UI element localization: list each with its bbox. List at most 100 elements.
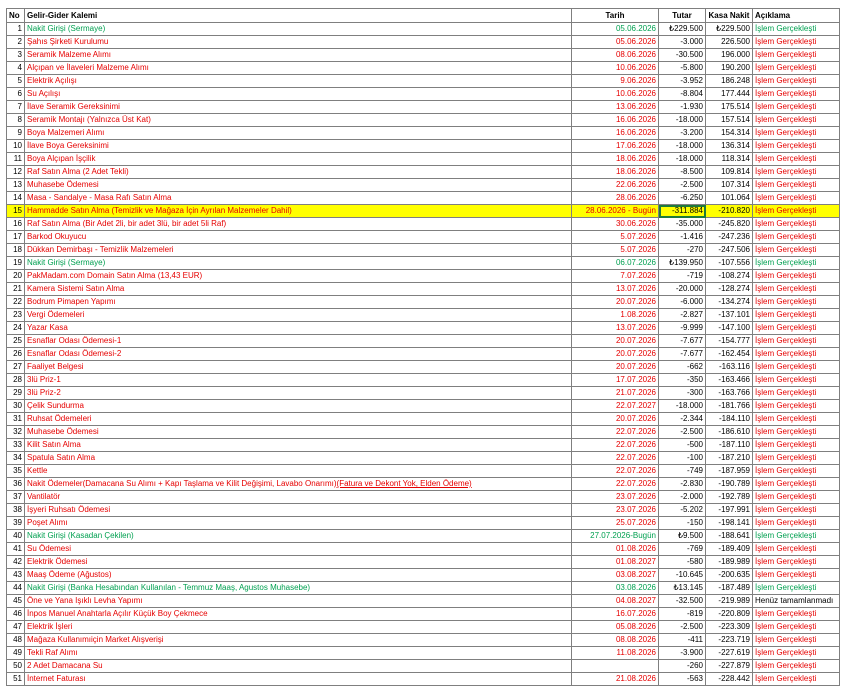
cell-cash[interactable]: -219.989 — [705, 594, 753, 608]
cell-amount[interactable]: -18.000 — [658, 113, 706, 127]
cell-item[interactable]: Muhasebe Ödemesi — [24, 425, 572, 439]
cell-item[interactable]: Kettle — [24, 464, 572, 478]
cell-item[interactable]: Vergi Ödemeleri — [24, 308, 572, 322]
cell-note[interactable]: İşlem Gerçekleşti — [752, 152, 840, 166]
cell-date[interactable]: 28.06.2026 - Bugün — [571, 204, 659, 218]
cell-amount[interactable]: ₺139.950 — [658, 256, 706, 270]
cell-amount[interactable]: -7.677 — [658, 347, 706, 361]
cell-date[interactable]: 20.07.2026 — [571, 412, 659, 426]
cell-cash[interactable]: -192.789 — [705, 490, 753, 504]
cell-no[interactable]: 32 — [6, 425, 25, 439]
cell-amount[interactable]: -5.800 — [658, 61, 706, 75]
cell-cash[interactable]: 177.444 — [705, 87, 753, 101]
cell-no[interactable]: 21 — [6, 282, 25, 296]
cell-no[interactable]: 46 — [6, 607, 25, 621]
cell-date[interactable]: 16.06.2026 — [571, 113, 659, 127]
cell-amount[interactable]: -18.000 — [658, 399, 706, 413]
cell-date[interactable]: 21.08.2026 — [571, 672, 659, 686]
cell-no[interactable]: 14 — [6, 191, 25, 205]
header-note[interactable]: Açıklama — [752, 8, 840, 23]
cell-date[interactable]: 20.07.2026 — [571, 334, 659, 348]
cell-note[interactable]: İşlem Gerçekleşti — [752, 165, 840, 179]
cell-note[interactable]: İşlem Gerçekleşti — [752, 568, 840, 582]
cell-note[interactable]: İşlem Gerçekleşti — [752, 438, 840, 452]
cell-cash[interactable]: 196.000 — [705, 48, 753, 62]
cell-item[interactable]: Raf Satın Alma (2 Adet Tekli) — [24, 165, 572, 179]
cell-no[interactable]: 41 — [6, 542, 25, 556]
cell-item[interactable]: Mağaza Kullanımıiçin Market Alışverişi — [24, 633, 572, 647]
cell-no[interactable]: 48 — [6, 633, 25, 647]
cell-note[interactable]: İşlem Gerçekleşti — [752, 269, 840, 283]
cell-no[interactable]: 47 — [6, 620, 25, 634]
cell-date[interactable]: 5.07.2026 — [571, 230, 659, 244]
cell-item[interactable]: Çelik Sundurma — [24, 399, 572, 413]
cell-cash[interactable]: 157.514 — [705, 113, 753, 127]
cell-amount[interactable]: -819 — [658, 607, 706, 621]
cell-cash[interactable]: -107.556 — [705, 256, 753, 270]
cell-amount[interactable]: -100 — [658, 451, 706, 465]
cell-amount[interactable]: -5.202 — [658, 503, 706, 517]
cell-no[interactable]: 22 — [6, 295, 25, 309]
cell-cash[interactable]: -108.274 — [705, 269, 753, 283]
cell-item[interactable]: İnternet Faturası — [24, 672, 572, 686]
cell-no[interactable]: 43 — [6, 568, 25, 582]
cell-note[interactable]: İşlem Gerçekleşti — [752, 282, 840, 296]
cell-cash[interactable]: -184.110 — [705, 412, 753, 426]
cell-no[interactable]: 17 — [6, 230, 25, 244]
cell-note[interactable]: İşlem Gerçekleşti — [752, 646, 840, 660]
cell-no[interactable]: 15 — [6, 204, 25, 218]
cell-note[interactable]: İşlem Gerçekleşti — [752, 295, 840, 309]
cell-amount[interactable]: -311.884 — [658, 204, 706, 218]
cell-item[interactable]: Yazar Kasa — [24, 321, 572, 335]
cell-amount[interactable]: -563 — [658, 672, 706, 686]
cell-no[interactable]: 24 — [6, 321, 25, 335]
cell-date[interactable]: 13.06.2026 — [571, 100, 659, 114]
cell-cash[interactable]: 107.314 — [705, 178, 753, 192]
cell-amount[interactable]: -270 — [658, 243, 706, 257]
cell-amount[interactable]: -8.500 — [658, 165, 706, 179]
cell-date[interactable]: 1.08.2026 — [571, 308, 659, 322]
cell-no[interactable]: 23 — [6, 308, 25, 322]
cell-no[interactable]: 19 — [6, 256, 25, 270]
header-amount[interactable]: Tutar — [658, 8, 706, 23]
cell-item[interactable]: Elektrik İşleri — [24, 620, 572, 634]
cell-note[interactable]: İşlem Gerçekleşti — [752, 217, 840, 231]
cell-note[interactable]: İşlem Gerçekleşti — [752, 581, 840, 595]
cell-amount[interactable]: -350 — [658, 373, 706, 387]
cell-amount[interactable]: -3.900 — [658, 646, 706, 660]
cell-no[interactable]: 37 — [6, 490, 25, 504]
cell-item[interactable]: 3lü Priz-1 — [24, 373, 572, 387]
cell-note[interactable]: İşlem Gerçekleşti — [752, 35, 840, 49]
cell-no[interactable]: 7 — [6, 100, 25, 114]
cell-date[interactable]: 13.07.2026 — [571, 282, 659, 296]
cell-no[interactable]: 27 — [6, 360, 25, 374]
cell-note[interactable]: İşlem Gerçekleşti — [752, 334, 840, 348]
cell-cash[interactable]: -181.766 — [705, 399, 753, 413]
cell-note[interactable]: İşlem Gerçekleşti — [752, 451, 840, 465]
cell-note[interactable]: İşlem Gerçekleşti — [752, 100, 840, 114]
cell-item[interactable]: Nakit Girişi (Kasadan Çekilen) — [24, 529, 572, 543]
cell-no[interactable]: 29 — [6, 386, 25, 400]
cell-amount[interactable]: -3.000 — [658, 35, 706, 49]
cell-no[interactable]: 50 — [6, 659, 25, 673]
cell-no[interactable]: 1 — [6, 22, 25, 36]
cell-date[interactable]: 22.07.2026 — [571, 451, 659, 465]
cell-note[interactable]: İşlem Gerçekleşti — [752, 360, 840, 374]
cell-item[interactable]: İnpos Manuel Anahtarla Açılır Küçük Boy … — [24, 607, 572, 621]
cell-date[interactable]: 22.07.2027 — [571, 399, 659, 413]
cell-amount[interactable]: -769 — [658, 542, 706, 556]
cell-amount[interactable]: -2.500 — [658, 178, 706, 192]
cell-amount[interactable]: -719 — [658, 269, 706, 283]
cell-no[interactable]: 6 — [6, 87, 25, 101]
cell-cash[interactable]: -210.820 — [705, 204, 753, 218]
cell-note[interactable]: İşlem Gerçekleşti — [752, 178, 840, 192]
cell-date[interactable]: 20.07.2026 — [571, 360, 659, 374]
cell-note[interactable]: İşlem Gerçekleşti — [752, 74, 840, 88]
cell-note[interactable]: İşlem Gerçekleşti — [752, 22, 840, 36]
cell-cash[interactable]: -128.274 — [705, 282, 753, 296]
cell-cash[interactable]: 186.248 — [705, 74, 753, 88]
cell-date[interactable]: 05.06.2026 — [571, 35, 659, 49]
cell-cash[interactable]: 136.314 — [705, 139, 753, 153]
cell-item[interactable]: Seramik Malzeme Alımı — [24, 48, 572, 62]
cell-cash[interactable]: -134.274 — [705, 295, 753, 309]
